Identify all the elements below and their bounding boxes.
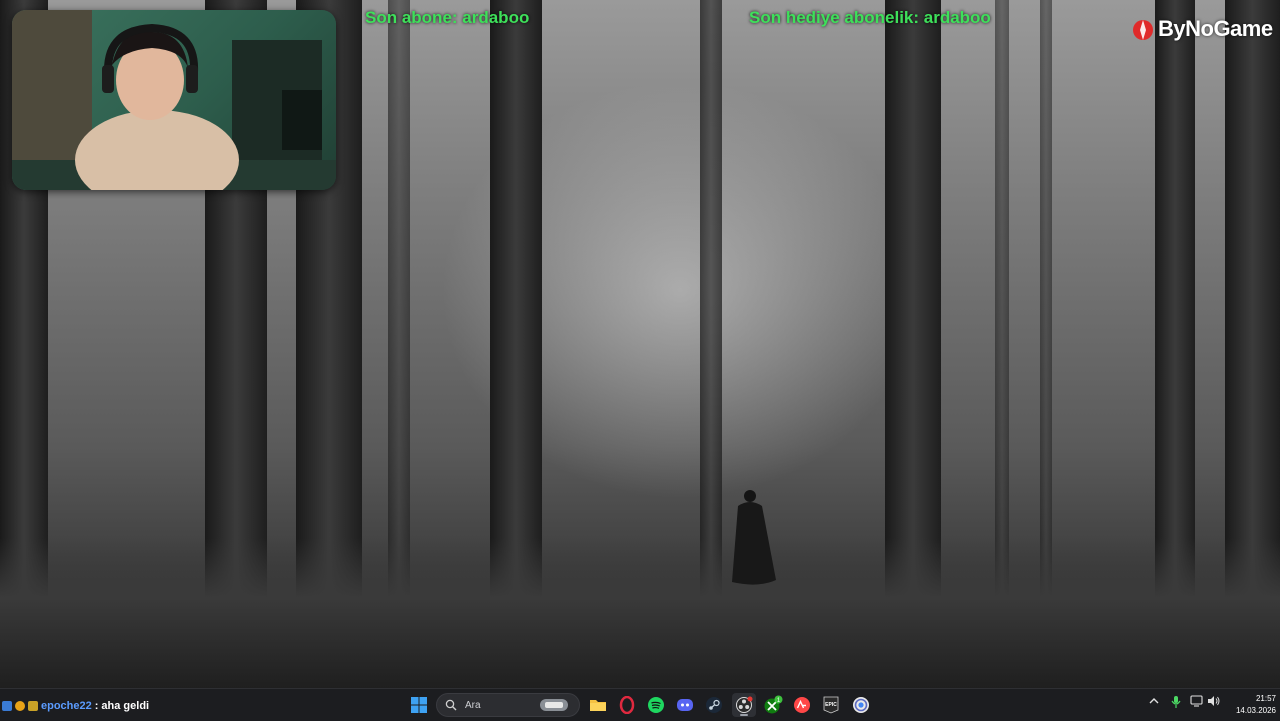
spotify-icon xyxy=(648,697,664,713)
wallpaper-ground xyxy=(0,538,1280,688)
taskbar-app-ea[interactable] xyxy=(790,693,814,717)
chat-message: epoche22 : aha geldi xyxy=(2,698,149,714)
chat-badge-icon xyxy=(2,701,12,711)
taskbar-clock[interactable]: 21:57 14.03.2026 xyxy=(1222,693,1276,717)
taskbar-app-obs[interactable] xyxy=(732,693,756,717)
active-app-indicator xyxy=(740,714,748,716)
opera-gx-icon xyxy=(619,696,635,714)
search-input[interactable] xyxy=(463,698,537,712)
file-explorer-icon xyxy=(590,700,606,711)
discord-icon xyxy=(677,699,693,711)
chat-username: epoche22 xyxy=(41,700,92,712)
taskbar-app-epic-games[interactable]: EPIC xyxy=(819,693,843,717)
tray-microphone[interactable] xyxy=(1170,695,1182,712)
streamer-webcam-feed xyxy=(12,10,336,190)
steam-icon xyxy=(706,697,722,713)
ea-app-icon xyxy=(794,697,810,713)
webcam-overlay xyxy=(12,10,336,190)
bynogame-logo: ByNoGame xyxy=(1132,14,1273,44)
microphone-icon xyxy=(1171,696,1181,708)
speaker-icon xyxy=(1208,696,1220,706)
chevron-up-icon xyxy=(1149,698,1159,704)
taskbar-app-file-explorer[interactable] xyxy=(586,693,610,717)
start-button[interactable] xyxy=(407,693,431,717)
network-monitor-icon xyxy=(1190,695,1203,707)
taskbar-search[interactable] xyxy=(436,693,580,717)
start-menu-icon xyxy=(411,697,427,713)
search-icon xyxy=(445,699,457,711)
taskbar-app-spotify[interactable] xyxy=(644,693,668,717)
last-subscriber-label: Son abone: ardaboo xyxy=(365,8,530,27)
taskbar-app-opera-gx[interactable] xyxy=(615,693,639,717)
search-highlight-icon xyxy=(540,699,568,711)
taskbar-app-xbox[interactable]: 1 xyxy=(761,693,785,717)
tray-volume[interactable] xyxy=(1207,695,1221,710)
clock-date: 14.03.2026 xyxy=(1235,706,1276,715)
tray-overflow-button[interactable] xyxy=(1148,695,1160,710)
taskbar-app-chrome[interactable] xyxy=(849,693,873,717)
bynogame-logo-icon xyxy=(1133,20,1153,40)
chat-badge-icon xyxy=(15,701,25,711)
epic-games-icon: EPIC xyxy=(823,696,839,714)
bynogame-logo-text: ByNoGame xyxy=(1158,16,1273,41)
last-gift-sub-label: Son hediye abonelik: ardaboo xyxy=(749,8,991,27)
epic-games-label: EPIC xyxy=(825,702,837,708)
taskbar: epoche22 : aha geldi Ara 1 EPIC 21:57 14… xyxy=(0,688,1280,721)
wallpaper-cloaked-figure xyxy=(732,490,776,585)
chrome-icon xyxy=(853,697,869,713)
clock-time: 21:57 xyxy=(1255,694,1276,703)
taskbar-app-discord[interactable] xyxy=(673,693,697,717)
xbox-icon: 1 xyxy=(764,695,783,714)
chat-text: aha geldi xyxy=(101,700,150,712)
chat-separator: : xyxy=(94,700,99,712)
obs-studio-icon xyxy=(736,696,753,713)
tray-network[interactable] xyxy=(1190,695,1204,710)
chat-badge-icon xyxy=(28,701,38,711)
taskbar-app-steam[interactable] xyxy=(702,693,726,717)
